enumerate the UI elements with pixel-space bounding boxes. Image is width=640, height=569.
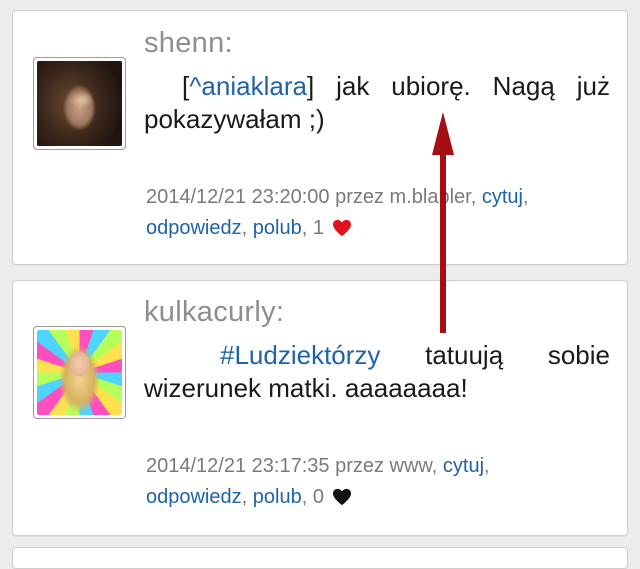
timestamp: 2014/12/21 23:17:35	[146, 455, 330, 477]
avatar[interactable]	[33, 57, 126, 150]
post-username[interactable]: kulkacurly:	[144, 296, 284, 329]
post-card: shenn: [^aniaklara] jak ubiorę. Nagą już…	[12, 10, 628, 265]
source-label: www	[389, 455, 432, 477]
heart-icon[interactable]	[332, 219, 352, 237]
timestamp: 2014/12/21 23:20:00	[146, 186, 330, 208]
post-body: #Ludziektórzy tatuują sobie wizerunek ma…	[144, 339, 610, 405]
like-count: 0	[312, 486, 324, 508]
like-link[interactable]: polub	[253, 486, 302, 508]
heart-icon[interactable]	[332, 488, 352, 506]
post-username[interactable]: shenn:	[144, 27, 233, 60]
like-count: 1	[312, 217, 324, 239]
reply-link[interactable]: odpowiedz	[146, 486, 242, 508]
avatar[interactable]	[33, 326, 126, 419]
post-card: kulkacurly: #Ludziektórzy tatuują sobie …	[12, 280, 628, 536]
post-meta: 2014/12/21 23:17:35 przez www, cytuj, od…	[146, 455, 490, 508]
przez-label: przez	[335, 186, 384, 208]
hashtag-link[interactable]: #Ludziektórzy	[220, 340, 380, 370]
przez-label: przez	[335, 455, 384, 477]
reply-link[interactable]: odpowiedz	[146, 217, 242, 239]
post-body: [^aniaklara] jak ubiorę. Nagą już pokazy…	[144, 70, 610, 136]
mention-link[interactable]: ^aniaklara	[189, 71, 307, 101]
post-meta: 2014/12/21 23:20:00 przez m.blabler, cyt…	[146, 186, 529, 239]
like-link[interactable]: polub	[253, 217, 302, 239]
source-label: m.blabler	[389, 186, 471, 208]
quote-link[interactable]: cytuj	[482, 186, 523, 208]
quote-link[interactable]: cytuj	[443, 455, 484, 477]
post-card	[12, 547, 628, 569]
